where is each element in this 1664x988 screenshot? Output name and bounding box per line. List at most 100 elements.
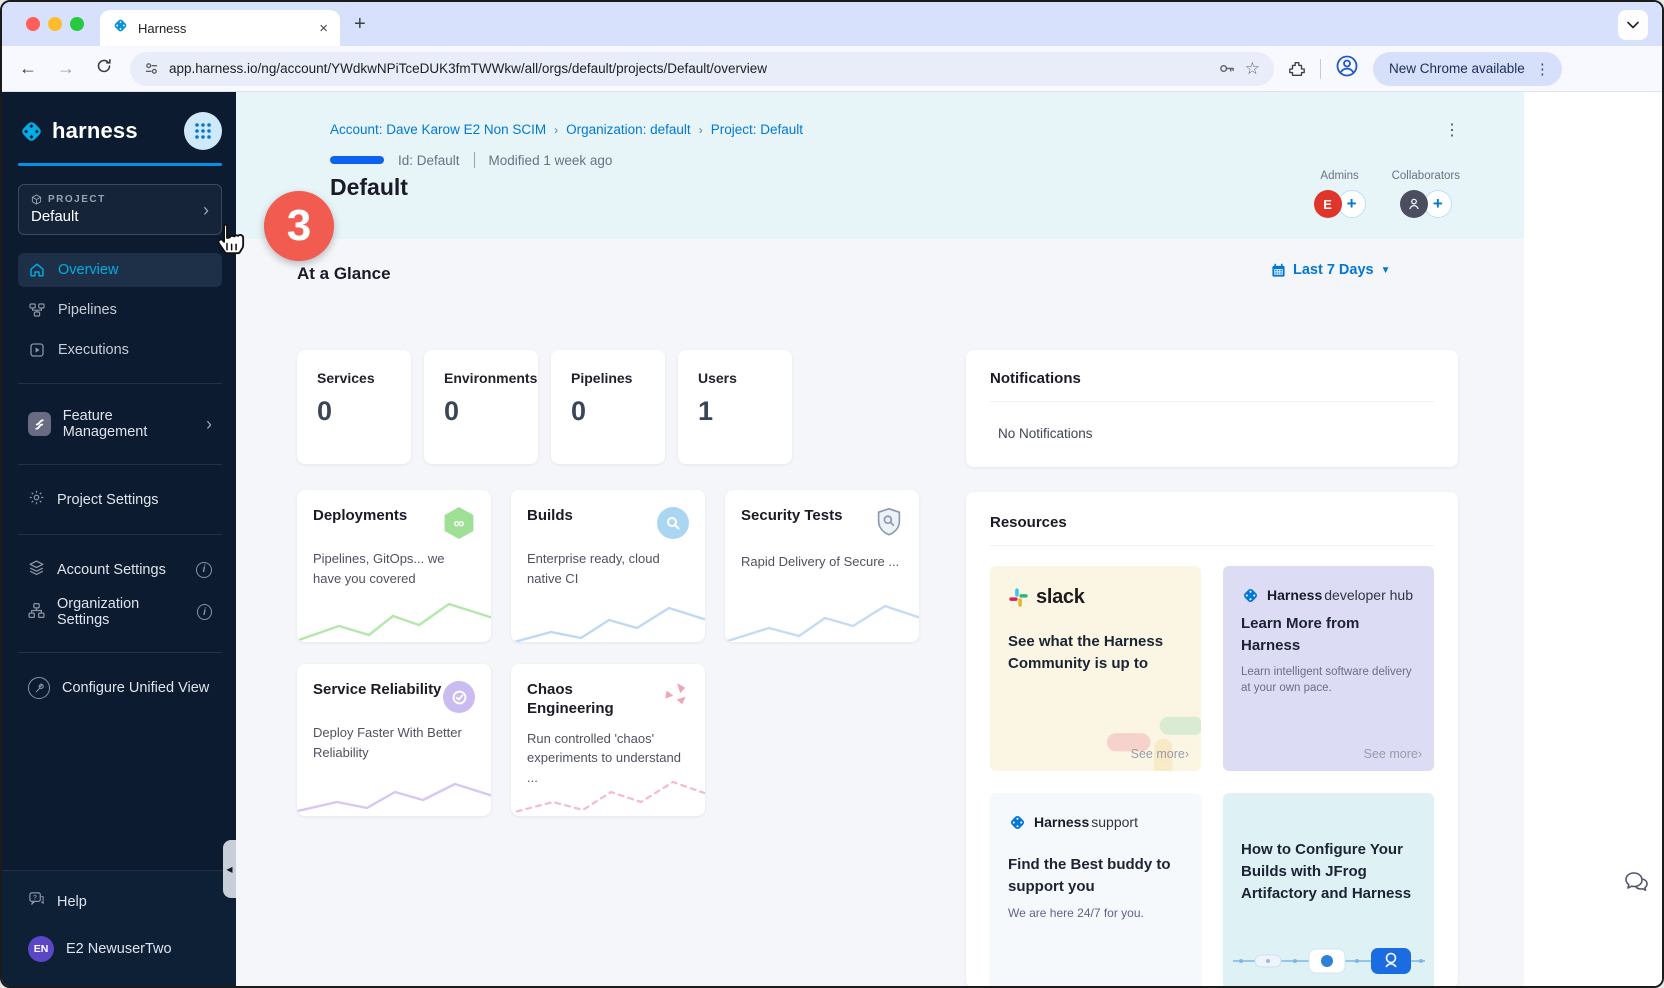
module-card-deployments[interactable]: Deployments ∞ Pipelines, GitOps... we ha… bbox=[297, 490, 491, 642]
module-name: Chaos Engineering bbox=[527, 681, 657, 719]
bookmark-star-icon[interactable]: ☆ bbox=[1245, 59, 1260, 79]
stat-card-pipelines[interactable]: Pipelines 0 bbox=[551, 350, 665, 464]
meta-divider bbox=[474, 152, 475, 168]
deployments-icon: ∞ bbox=[443, 507, 475, 539]
maximize-window-button[interactable] bbox=[70, 17, 84, 31]
devhub-card-subtext: Learn intelligent software delivery at y… bbox=[1241, 664, 1416, 697]
sidebar-item-feature-management[interactable]: Feature Management › bbox=[18, 400, 222, 448]
profile-icon[interactable] bbox=[1335, 54, 1359, 83]
chrome-update-label: New Chrome available bbox=[1389, 61, 1525, 76]
pipeline-illustration bbox=[1233, 943, 1424, 984]
chevron-right-icon: › bbox=[203, 201, 209, 219]
gear-icon bbox=[28, 489, 45, 510]
chat-support-button[interactable] bbox=[1624, 870, 1650, 899]
module-name: Service Reliability bbox=[313, 681, 441, 713]
at-a-glance-title: At a Glance bbox=[297, 264, 391, 284]
sidebar-item-label: Configure Unified View bbox=[62, 680, 209, 696]
harness-favicon bbox=[112, 17, 129, 39]
sidebar-item-configure-unified-view[interactable]: Configure Unified View bbox=[18, 669, 222, 707]
info-icon[interactable]: i bbox=[196, 562, 212, 578]
harness-wordmark: harness bbox=[52, 118, 138, 144]
cursor-pointer bbox=[210, 222, 248, 267]
stat-value: 0 bbox=[317, 396, 411, 427]
breadcrumb-account-link[interactable]: Account: Dave Karow E2 Non SCIM bbox=[330, 122, 546, 137]
stat-card-services[interactable]: Services 0 bbox=[297, 350, 411, 464]
module-grid-button[interactable] bbox=[184, 112, 222, 150]
window-controls bbox=[26, 17, 84, 31]
new-tab-button[interactable]: + bbox=[354, 13, 366, 36]
slack-see-more-link[interactable]: See more› bbox=[1131, 747, 1189, 761]
user-avatar: EN bbox=[28, 936, 54, 962]
browser-window: Harness × + ← → app.harness.io/ng/accoun… bbox=[0, 0, 1664, 988]
forward-button[interactable]: → bbox=[54, 58, 78, 79]
pipelines-icon bbox=[28, 302, 46, 318]
harness-logo[interactable]: harness bbox=[18, 118, 138, 145]
tab-close-icon[interactable]: × bbox=[319, 20, 328, 37]
back-button[interactable]: ← bbox=[16, 58, 40, 79]
sidebar-collapse-handle[interactable]: ◀ bbox=[223, 840, 236, 898]
sidebar-footer: ? Help EN E2 NewuserTwo bbox=[2, 870, 236, 986]
tab-title: Harness bbox=[138, 21, 310, 36]
sidebar-divider bbox=[18, 652, 222, 653]
breadcrumb-organization-link[interactable]: Organization: default bbox=[566, 122, 691, 137]
feature-management-icon bbox=[28, 412, 51, 436]
browser-menu-icon[interactable]: ⋮ bbox=[1535, 60, 1550, 78]
resource-card-support[interactable]: Harnesssupport Find the Best buddy to su… bbox=[990, 793, 1201, 986]
resources-panel: Resources slack See what the Harness Com… bbox=[966, 492, 1458, 986]
chevron-down-icon: ▼ bbox=[1381, 265, 1391, 276]
resource-card-jfrog[interactable]: How to Configure Your Builds with JFrog … bbox=[1223, 793, 1434, 986]
jfrog-card-heading: How to Configure Your Builds with JFrog … bbox=[1241, 839, 1416, 904]
project-selector[interactable]: PROJECT Default › bbox=[18, 184, 222, 235]
devhub-see-more-link[interactable]: See more› bbox=[1364, 747, 1422, 761]
support-card-heading: Find the Best buddy to support you bbox=[1008, 854, 1183, 898]
chrome-update-pill[interactable]: New Chrome available ⋮ bbox=[1373, 52, 1562, 86]
sidebar-item-pipelines[interactable]: Pipelines bbox=[18, 293, 222, 327]
extensions-icon[interactable] bbox=[1288, 60, 1306, 78]
project-menu-icon[interactable]: ⋮ bbox=[1444, 120, 1460, 140]
time-range-picker[interactable]: Last 7 Days ▼ bbox=[1271, 262, 1391, 278]
sidebar-item-executions[interactable]: Executions bbox=[18, 333, 222, 367]
sidebar-user[interactable]: EN E2 NewuserTwo bbox=[18, 928, 220, 970]
sidebar-item-label: Overview bbox=[58, 262, 118, 278]
minimize-window-button[interactable] bbox=[48, 17, 62, 31]
add-admin-button[interactable]: + bbox=[1338, 190, 1366, 218]
sidebar-item-label: Executions bbox=[58, 342, 129, 358]
module-card-builds[interactable]: Builds Enterprise ready, cloud native CI bbox=[511, 490, 705, 642]
reliability-sparkline bbox=[297, 762, 491, 816]
support-brand-bold: Harness bbox=[1034, 814, 1089, 830]
resource-card-slack[interactable]: slack See what the Harness Community is … bbox=[990, 566, 1201, 771]
password-key-icon[interactable] bbox=[1218, 60, 1235, 77]
module-card-chaos-engineering[interactable]: Chaos Engineering Run controlled 'chaos'… bbox=[511, 664, 705, 816]
builds-icon bbox=[657, 507, 689, 539]
admin-avatar[interactable]: E bbox=[1314, 190, 1342, 218]
site-settings-icon[interactable] bbox=[144, 61, 159, 76]
sidebar-item-overview[interactable]: Overview bbox=[18, 253, 222, 287]
module-card-service-reliability[interactable]: Service Reliability Deploy Faster With B… bbox=[297, 664, 491, 816]
slack-card-heading: See what the Harness Community is up to bbox=[1008, 631, 1183, 675]
resource-card-developer-hub[interactable]: Harnessdeveloper hub Learn More from Har… bbox=[1223, 566, 1434, 771]
close-window-button[interactable] bbox=[26, 17, 40, 31]
sidebar-item-account-settings[interactable]: Account Settings i bbox=[18, 551, 222, 588]
sidebar-item-label: Help bbox=[57, 894, 87, 910]
module-card-security-tests[interactable]: Security Tests Rapid Delivery of Secure … bbox=[725, 490, 919, 642]
stat-card-environments[interactable]: Environments 0 bbox=[424, 350, 538, 464]
reload-button[interactable] bbox=[92, 58, 116, 79]
sidebar-item-project-settings[interactable]: Project Settings bbox=[18, 481, 222, 518]
collaborator-avatar[interactable] bbox=[1400, 190, 1428, 218]
sidebar-divider bbox=[18, 383, 222, 384]
browser-tab[interactable]: Harness × bbox=[100, 10, 340, 46]
info-icon[interactable]: i bbox=[197, 604, 212, 620]
sidebar-divider bbox=[18, 534, 222, 535]
calendar-icon bbox=[1271, 263, 1286, 278]
address-bar[interactable]: app.harness.io/ng/account/YWdkwNPiTceDUK… bbox=[130, 52, 1274, 86]
sidebar-item-help[interactable]: ? Help bbox=[18, 883, 220, 920]
breadcrumb-project-link[interactable]: Project: Default bbox=[711, 122, 803, 137]
stat-card-users[interactable]: Users 1 bbox=[678, 350, 792, 464]
sidebar-item-organization-settings[interactable]: Organization Settings i bbox=[18, 588, 222, 636]
tab-search-button[interactable] bbox=[1618, 10, 1648, 40]
add-collaborator-button[interactable]: + bbox=[1424, 190, 1452, 218]
sidebar: harness PROJECT Default › bbox=[2, 92, 236, 986]
grid-icon bbox=[194, 122, 212, 140]
toolbar-divider bbox=[1320, 59, 1321, 79]
collaborators-label: Collaborators bbox=[1392, 170, 1460, 182]
